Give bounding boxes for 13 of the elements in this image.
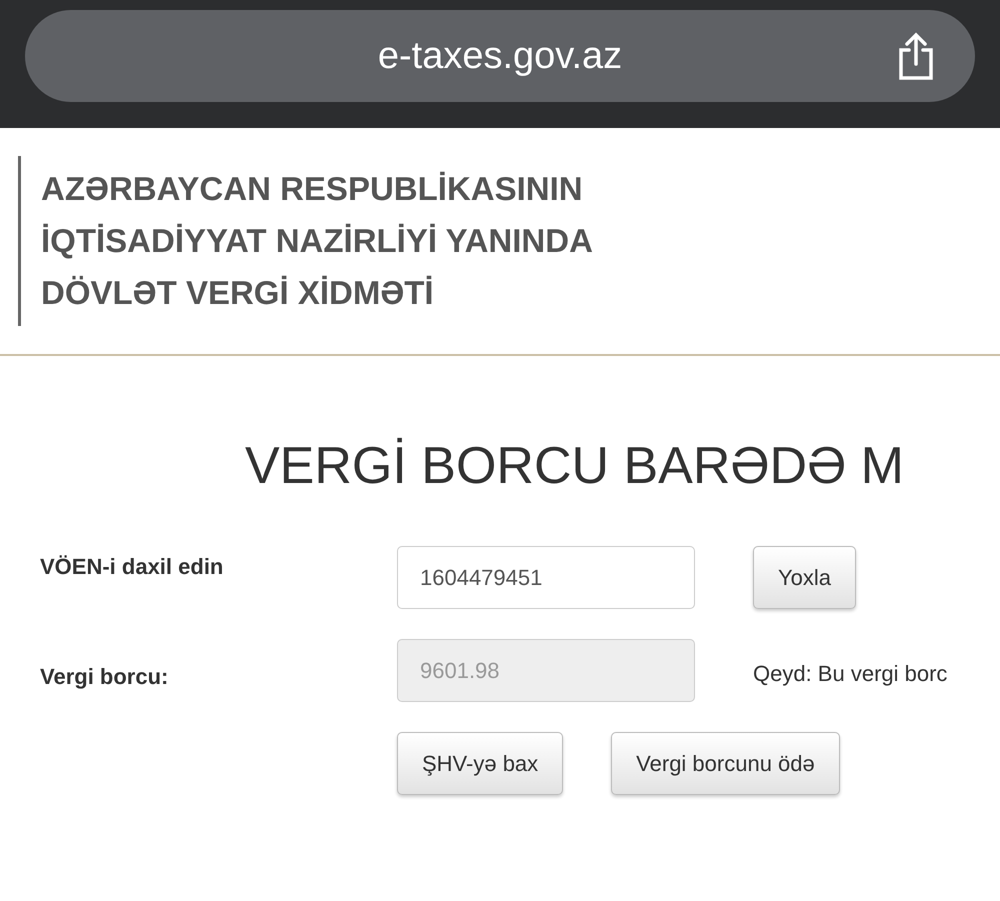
page-title: VERGİ BORCU BARƏDƏ M	[245, 436, 905, 496]
tin-label: VÖEN-i daxil edin	[40, 553, 224, 580]
url-text: e-taxes.gov.az	[378, 34, 622, 78]
logo-text: DÖVLƏT VERGİ XİDMƏTİ	[41, 273, 435, 313]
logo-text: İQTİSADİYYAT NAZİRLİYİ YANINDA	[41, 221, 593, 261]
action-button[interactable]: ŞHV-yə bax	[397, 732, 564, 795]
note-text: Qeyd: Bu vergi borc	[753, 660, 948, 687]
check-button[interactable]: Yoxla	[753, 546, 856, 609]
tin-input[interactable]: 1604479451	[397, 546, 695, 609]
logo-text: AZƏRBAYCAN RESPUBLİKASININ	[41, 169, 584, 209]
action-button[interactable]: Vergi borcunu ödə	[611, 732, 840, 795]
debt-label: Vergi borcu:	[40, 663, 170, 690]
address-bar[interactable]: e-taxes.gov.az	[25, 10, 975, 102]
